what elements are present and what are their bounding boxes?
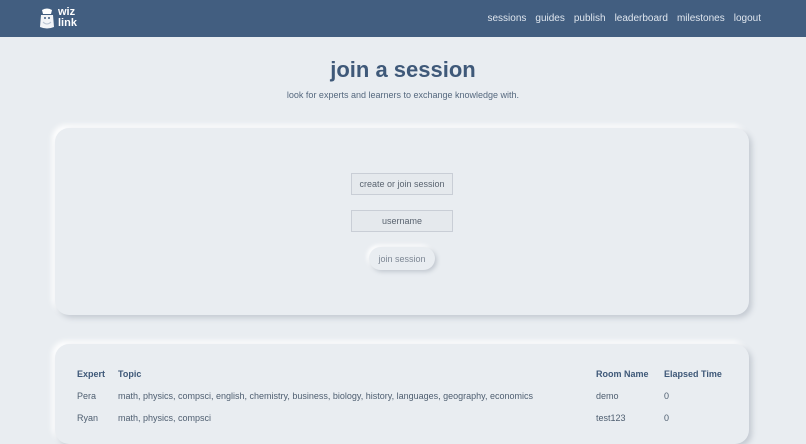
header-topic: Topic: [118, 369, 142, 379]
nav-link-leaderboard[interactable]: leaderboard: [615, 13, 668, 24]
nav-link-logout[interactable]: logout: [734, 13, 761, 24]
logo-text-line2: link: [58, 17, 77, 29]
nav-link-milestones[interactable]: milestones: [677, 13, 725, 24]
logo[interactable]: wiz link: [39, 7, 77, 29]
cell-room-name: test123: [596, 413, 626, 423]
nav-link-sessions[interactable]: sessions: [487, 13, 526, 24]
table-row[interactable]: Pera math, physics, compsci, english, ch…: [77, 385, 734, 407]
top-navbar: wiz link sessions guides publish leaderb…: [0, 0, 806, 37]
join-session-button[interactable]: join session: [369, 247, 435, 270]
cell-expert: Pera: [77, 391, 97, 401]
join-session-card: join session: [55, 128, 749, 315]
sessions-table: Expert Topic Room Name Elapsed Time Pera…: [77, 363, 734, 429]
table-header-row: Expert Topic Room Name Elapsed Time: [77, 363, 734, 385]
cell-topic: math, physics, compsci: [118, 413, 212, 423]
cell-topic: math, physics, compsci, english, chemist…: [118, 391, 534, 401]
nav-link-publish[interactable]: publish: [574, 13, 606, 24]
page-title: join a session: [330, 57, 476, 82]
wizard-icon: [40, 8, 54, 29]
page-subtitle: look for experts and learners to exchang…: [286, 90, 520, 100]
header-room-name: Room Name: [596, 369, 649, 379]
cell-room-name: demo: [596, 391, 619, 401]
header-expert: Expert: [77, 369, 106, 379]
logo-text: wiz link: [58, 7, 77, 29]
cell-expert: Ryan: [77, 413, 99, 423]
sessions-table-card: Expert Topic Room Name Elapsed Time Pera…: [55, 344, 749, 444]
header-elapsed-time: Elapsed Time: [664, 369, 722, 379]
cell-elapsed-time: 0: [664, 413, 670, 423]
nav-link-guides[interactable]: guides: [535, 13, 564, 24]
username-input[interactable]: [351, 210, 453, 232]
table-row[interactable]: Ryan math, physics, compsci test123 0: [77, 407, 734, 429]
nav-links: sessions guides publish leaderboard mile…: [487, 0, 761, 37]
session-name-input[interactable]: [351, 173, 453, 195]
cell-elapsed-time: 0: [664, 391, 670, 401]
